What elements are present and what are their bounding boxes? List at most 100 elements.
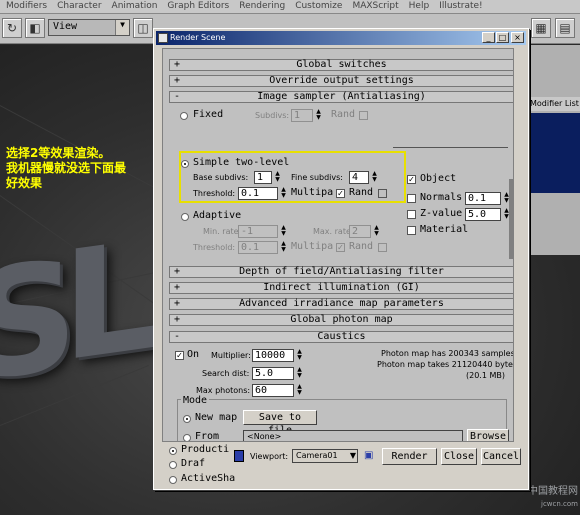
window-title-bar[interactable]: Render Scene _ □ × <box>156 31 526 45</box>
fixed-rand-checkbox[interactable] <box>359 111 368 120</box>
threshold-spinner[interactable]: 0.1 <box>238 187 278 200</box>
viewport-dropdown[interactable]: Camera01 ▼ <box>292 449 358 463</box>
threshold-label: Threshold: <box>193 189 236 198</box>
max-rate-label: Max. rate: <box>313 227 354 236</box>
panel-scrollbar[interactable] <box>509 179 513 259</box>
zvalue-checkbox[interactable] <box>407 210 416 219</box>
rand-label: Rand <box>349 187 374 198</box>
menu-animation[interactable]: Animation <box>106 0 162 11</box>
scale-icon[interactable]: ◧ <box>25 18 45 38</box>
rollout-caustics[interactable]: - Caustics <box>169 331 513 343</box>
lock-icon[interactable]: ▣ <box>364 450 374 462</box>
fine-subdivs-spinner[interactable]: 4 <box>349 171 369 184</box>
search-dist-spinner[interactable]: 5.0 <box>252 367 294 380</box>
spinner-arrows-icon[interactable]: ▲ ▼ <box>280 241 287 254</box>
production-radio[interactable] <box>169 447 177 455</box>
multipass-checkbox[interactable]: ✓ <box>336 189 345 198</box>
modifier-list-dropdown[interactable]: Modifier List <box>528 97 580 111</box>
rollout-label: Image sampler (Antialiasing) <box>257 91 426 102</box>
rollout-indirect-illumination[interactable]: + Indirect illumination (GI) <box>169 282 513 294</box>
min-rate-label: Min. rate: <box>203 227 242 236</box>
adaptive-rand-checkbox[interactable] <box>378 243 387 252</box>
zvalue-spinner[interactable]: 5.0 <box>465 208 501 221</box>
reference-coordinate-dropdown[interactable]: View ▼ <box>48 19 130 36</box>
spinner-arrows-icon[interactable]: ▲ ▼ <box>315 109 322 122</box>
menu-help[interactable]: Help <box>403 0 434 11</box>
object-checkbox[interactable]: ✓ <box>407 175 416 184</box>
spinner-arrows-icon[interactable]: ▲ ▼ <box>274 171 281 184</box>
object-label: Object <box>420 173 457 184</box>
max-photons-spinner[interactable]: 60 <box>252 384 294 397</box>
annotation-line: 选择2等效果渲染。 <box>6 146 111 160</box>
simple-two-level-radio[interactable] <box>181 160 189 168</box>
rollout-override-output[interactable]: + Override output settings <box>169 75 513 87</box>
normals-spinner[interactable]: 0.1 <box>465 192 501 205</box>
spinner-arrows-icon[interactable]: ▲ ▼ <box>296 367 303 380</box>
from-radio[interactable] <box>183 434 191 441</box>
watermark-url: jcwcn.com <box>541 500 578 508</box>
collapse-icon: - <box>174 91 181 102</box>
fixed-subdivs-spinner[interactable]: 1 <box>291 109 313 122</box>
pivot-icon[interactable]: ◫ <box>133 18 153 38</box>
activeshade-radio[interactable] <box>169 476 177 484</box>
adaptive-multipass-checkbox[interactable]: ✓ <box>336 243 345 252</box>
menu-bar: Modifiers Character Animation Graph Editors… <box>0 0 580 14</box>
rollout-image-sampler[interactable]: - Image sampler (Antialiasing) <box>169 91 513 103</box>
menu-illustrate[interactable]: Illustrate! <box>433 0 486 11</box>
spinner-arrows-icon[interactable]: ▲ ▼ <box>280 225 287 238</box>
max-photons-label: Max photons: <box>196 386 251 395</box>
modifier-stack[interactable] <box>528 113 580 193</box>
browse-button[interactable]: Browse <box>467 429 509 441</box>
adaptive-threshold-spinner[interactable]: 0.1 <box>238 241 278 254</box>
from-file-field[interactable]: <None> <box>243 430 463 441</box>
render-button[interactable]: Render <box>382 448 437 465</box>
menu-character[interactable]: Character <box>51 0 105 11</box>
material-checkbox[interactable] <box>407 226 416 235</box>
rollout-depth-of-field[interactable]: + Depth of field/Antialiasing filter <box>169 266 513 278</box>
adaptive-radio[interactable] <box>181 213 189 221</box>
caustics-on-checkbox[interactable]: ✓ <box>175 351 184 360</box>
rollout-label: Override output settings <box>269 75 414 86</box>
maximize-icon[interactable]: □ <box>496 32 509 43</box>
window-title: Render Scene <box>170 33 226 42</box>
rand-checkbox[interactable] <box>378 189 387 198</box>
base-subdivs-spinner[interactable]: 1 <box>254 171 272 184</box>
spinner-arrows-icon[interactable]: ▲ ▼ <box>296 384 303 397</box>
menu-graph-editors[interactable]: Graph Editors <box>161 0 233 11</box>
menu-maxscript[interactable]: MAXScript <box>346 0 402 11</box>
close-button[interactable]: Close <box>441 448 477 465</box>
menu-rendering[interactable]: Rendering <box>233 0 289 11</box>
spinner-arrows-icon[interactable]: ▲ ▼ <box>373 225 380 238</box>
spinner-arrows-icon[interactable]: ▲ ▼ <box>280 187 287 200</box>
caustics-on-label: On <box>187 349 200 360</box>
new-map-radio[interactable] <box>183 415 191 423</box>
min-rate-spinner[interactable]: -1 <box>238 225 278 238</box>
menu-customize[interactable]: Customize <box>289 0 346 11</box>
save-to-file-button[interactable]: Save to file <box>243 410 317 436</box>
menu-modifiers[interactable]: Modifiers <box>0 0 51 11</box>
from-label: From <box>195 431 220 442</box>
lock-viewport-icon[interactable] <box>234 450 244 462</box>
spinner-arrows-icon[interactable]: ▲ ▼ <box>371 171 378 184</box>
rollout-global-switches[interactable]: + Global switches <box>169 59 513 71</box>
rollout-label: Global photon map <box>290 314 393 325</box>
annotation-line: 好效果 <box>6 176 43 190</box>
expand-icon: + <box>174 282 181 293</box>
rollout-global-photon-map[interactable]: + Global photon map <box>169 314 513 326</box>
draft-radio[interactable] <box>169 461 177 469</box>
max-rate-spinner[interactable]: 2 <box>349 225 371 238</box>
fixed-radio[interactable] <box>180 112 188 120</box>
quick-render-icon[interactable]: ▤ <box>555 18 575 38</box>
mode-group-label: Mode <box>181 395 210 406</box>
spinner-arrows-icon[interactable]: ▲ ▼ <box>296 349 303 362</box>
rollout-irradiance-map[interactable]: + Advanced irradiance map parameters <box>169 298 513 310</box>
cancel-button[interactable]: Cancel <box>481 448 521 465</box>
rotate-icon[interactable]: ↻ <box>2 18 22 38</box>
multiplier-spinner[interactable]: 10000 <box>252 349 294 362</box>
close-icon[interactable]: × <box>511 32 524 43</box>
adaptive-label: Adaptive <box>193 210 242 221</box>
rollout-label: Global switches <box>296 59 387 70</box>
render-scene-icon[interactable]: ▦ <box>531 18 551 38</box>
normals-checkbox[interactable] <box>407 194 416 203</box>
minimize-icon[interactable]: _ <box>482 32 495 43</box>
